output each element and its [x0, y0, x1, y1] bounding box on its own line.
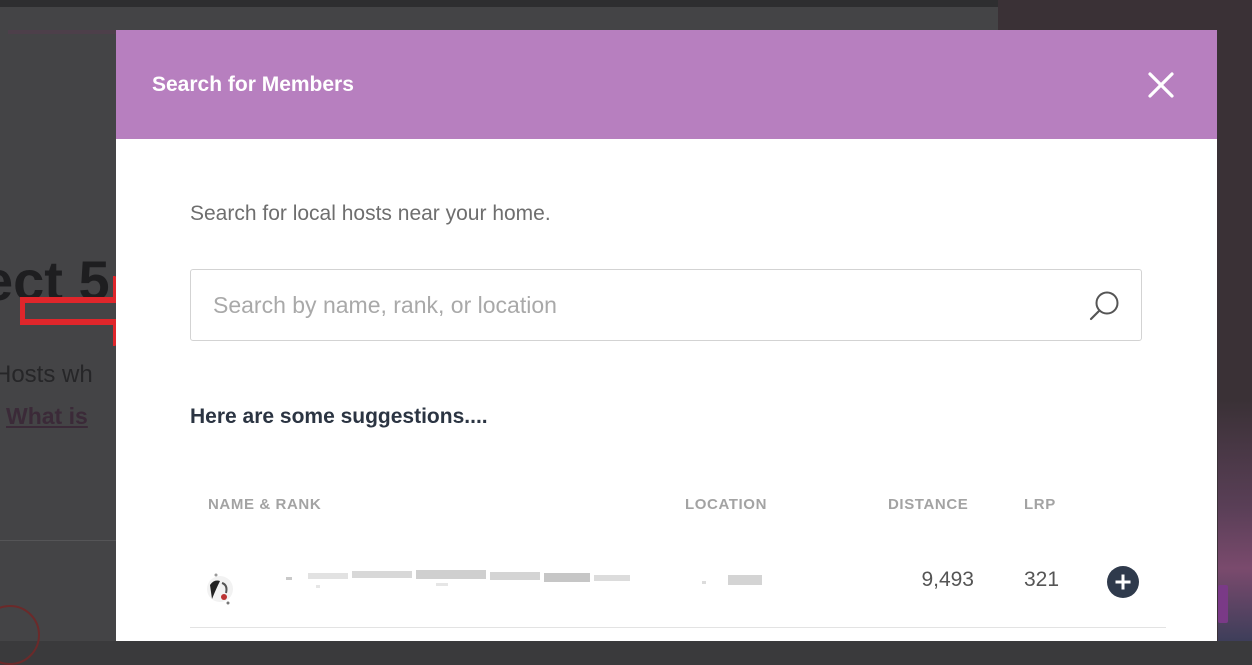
- background-button-edge: [1218, 585, 1228, 623]
- search-icon: [1089, 291, 1119, 321]
- redacted-location: [702, 575, 762, 585]
- modal-title: Search for Members: [152, 73, 354, 96]
- plus-circle-icon: [1107, 566, 1139, 598]
- column-header-lrp: LRP: [1024, 496, 1056, 513]
- add-member-button[interactable]: [1107, 566, 1139, 598]
- background-accent-line: [8, 30, 118, 34]
- suggestions-heading: Here are some suggestions....: [190, 405, 488, 428]
- table-row[interactable]: 9,493 321: [190, 545, 1166, 628]
- avatar[interactable]: [200, 563, 242, 611]
- background-subtext: Hosts wh: [0, 361, 93, 388]
- search-members-modal: Search for Members Search for local host…: [116, 30, 1217, 641]
- column-header-distance: DISTANCE: [888, 496, 969, 513]
- avatar-icon: [207, 573, 233, 605]
- cell-lrp: 321: [1024, 568, 1060, 591]
- background-top-bar: [0, 0, 998, 7]
- search-button[interactable]: [1087, 288, 1123, 324]
- cell-distance: 9,493: [921, 568, 974, 591]
- modal-header: Search for Members: [116, 30, 1217, 139]
- column-header-location: LOCATION: [685, 496, 768, 513]
- background-link: What is: [6, 403, 88, 429]
- background-divider: [0, 540, 116, 541]
- close-icon: [1148, 72, 1174, 98]
- search-input[interactable]: [213, 284, 1063, 326]
- close-button[interactable]: [1142, 66, 1180, 104]
- intro-text: Search for local hosts near your home.: [190, 202, 551, 225]
- background-circle-decoration: [0, 605, 40, 665]
- search-box[interactable]: [190, 269, 1142, 341]
- redacted-member-name: [286, 570, 630, 588]
- column-header-name-rank: NAME & RANK: [208, 496, 322, 513]
